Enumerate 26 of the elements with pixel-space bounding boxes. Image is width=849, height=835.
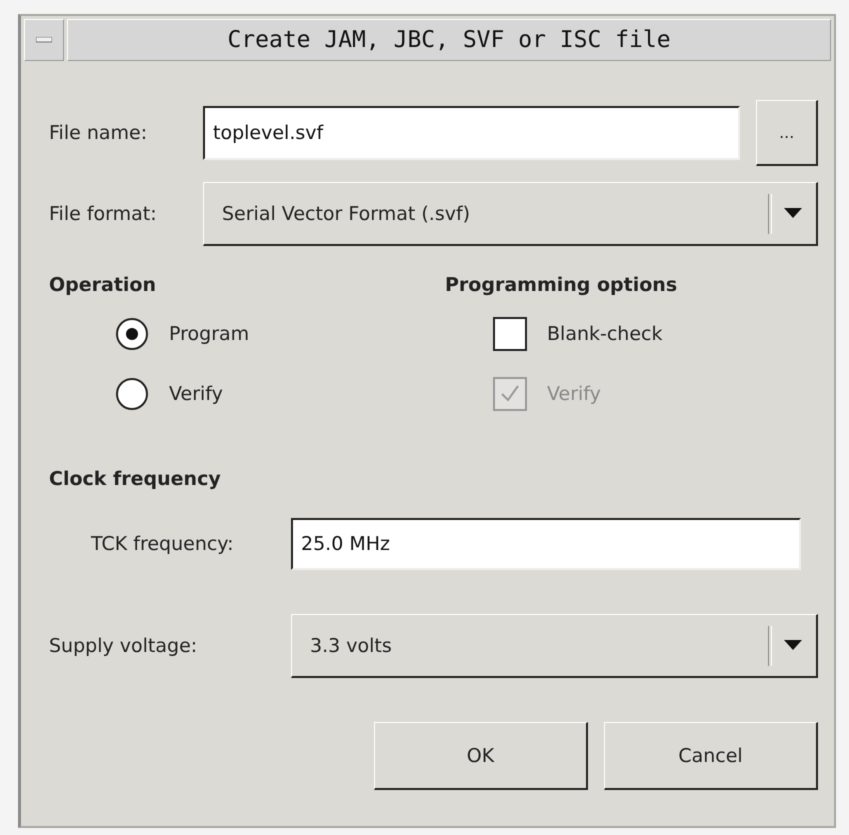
file-format-label: File format: [49, 203, 158, 225]
dialog-button[interactable]: OK [374, 722, 588, 790]
file-format-dropdown[interactable]: Serial Vector Format (.svf) [203, 182, 818, 246]
checkbox-label: Blank-check [547, 323, 662, 345]
radio-label: Verify [169, 383, 223, 405]
supply-voltage-label: Supply voltage: [49, 635, 198, 657]
checkbox[interactable] [493, 317, 527, 351]
window-title: Create JAM, JBC, SVF or ISC file [227, 27, 671, 53]
radio-label: Program [169, 323, 250, 345]
bar-icon [36, 37, 52, 43]
radio-button[interactable] [115, 317, 149, 351]
clock-frequency-heading: Clock frequency [49, 468, 221, 490]
file-name-label: File name: [49, 122, 148, 144]
operation-heading: Operation [49, 274, 158, 296]
file-name-field[interactable]: toplevel.svf [203, 106, 740, 160]
browse-button[interactable]: ... [756, 100, 818, 166]
window-menu-button[interactable] [24, 19, 64, 61]
radio-button[interactable] [115, 377, 149, 411]
checkbox-label: Verify [547, 383, 601, 405]
dropdown-caret-icon [784, 640, 802, 651]
dropdown-caret-icon [784, 208, 802, 219]
tck-frequency-label: TCK frequency: [90, 533, 235, 555]
supply-voltage-dropdown[interactable]: 3.3 volts [291, 614, 818, 678]
tck-frequency-field[interactable]: 25.0 MHz [291, 518, 801, 570]
dialog-button[interactable]: Cancel [604, 722, 818, 790]
programming-options-heading: Programming options [445, 274, 678, 296]
